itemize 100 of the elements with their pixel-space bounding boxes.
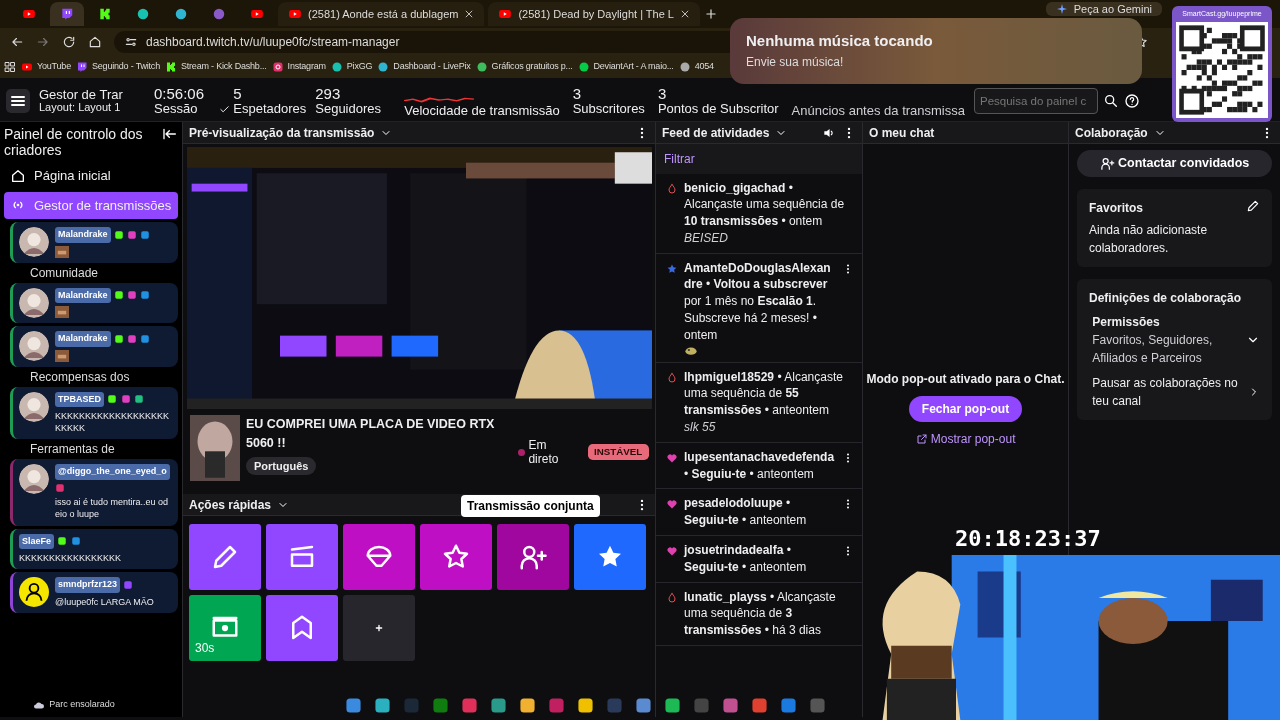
panel-title: Colaboração	[1075, 124, 1148, 142]
stat-label: Anúncios antes da transmissa	[791, 103, 965, 118]
flame-icon	[666, 591, 678, 604]
site-logo-icon	[577, 61, 590, 73]
username[interactable]: smndprfzr123	[55, 577, 121, 593]
bookmark[interactable]: Instagram	[271, 60, 326, 74]
bookmark[interactable]: DeviantArt - A maio...	[577, 60, 674, 74]
language-tag[interactable]: Português	[246, 456, 317, 476]
nav-item[interactable]: Ferramentas de	[4, 442, 178, 457]
empty-message: Ainda não adicionaste colaboradores.	[1089, 221, 1209, 257]
nav-item[interactable]: Recompensas dos	[4, 369, 178, 384]
quick-action-button[interactable]	[343, 524, 415, 590]
quick-action-button[interactable]	[266, 595, 338, 661]
username[interactable]: @diggo_the_one_eyed_o	[55, 464, 170, 480]
permissions-dropdown[interactable]: Permissões Favoritos, Seguidores, Afiliados e Parceiros	[1089, 313, 1260, 367]
camera-logo-icon	[271, 61, 284, 73]
activity-text: lunatic_playss • Alcançaste uma sequência de 3 transmissões • há 3 dias	[684, 588, 837, 640]
bookmark[interactable]: PixGG	[330, 60, 373, 74]
menu-icon[interactable]	[6, 88, 30, 113]
app-icon[interactable]	[518, 696, 536, 714]
heart-icon	[666, 451, 678, 464]
bookmark[interactable]: Seguindo - Twitch	[75, 60, 160, 74]
sidebar-title: Painel de controlo dos criadores	[4, 126, 144, 159]
forward-icon[interactable]	[36, 35, 50, 49]
app-icon[interactable]	[489, 696, 507, 714]
username[interactable]: Malandrake	[55, 287, 111, 304]
site-logo-icon	[678, 61, 691, 73]
tooltip: Transmissão conjunta	[461, 495, 600, 517]
layout-label[interactable]: Layout: Layout 1	[39, 101, 141, 114]
stat-label: Sessão	[154, 101, 199, 116]
page-title: Gestor de Trar	[39, 87, 124, 102]
notification-title: Nenhuma música tocando	[746, 31, 934, 51]
flame-icon	[666, 371, 678, 384]
filter-link[interactable]: Filtrar	[664, 152, 695, 166]
panel-title: Pré-visualização da transmissão	[189, 124, 375, 142]
bookmark[interactable]: Gráficos gratuitos p...	[475, 60, 573, 74]
card-title: Definições de colaboração	[1089, 289, 1243, 307]
browser-tab[interactable]: (2581) Dead by Daylight | The L	[488, 2, 700, 26]
close-icon[interactable]	[680, 9, 690, 19]
collapse-icon[interactable]	[162, 126, 178, 142]
add-person-icon	[1099, 156, 1115, 172]
chat-message: @luupe0fc LARGA MÃO	[55, 595, 155, 608]
quick-action-button[interactable]	[189, 524, 261, 590]
username[interactable]: Malandrake	[55, 227, 111, 243]
speed-graph	[404, 95, 475, 104]
weather-widget[interactable]: Parc ensolarado	[32, 698, 115, 712]
setting-value: Favoritos, Seguidores, Afiliados e Parceiros	[1092, 332, 1214, 367]
pause-collaborations-link[interactable]: Pausar as colaborações no teu canal	[1089, 373, 1260, 410]
quick-action-button[interactable]	[574, 524, 646, 590]
stat-label: Espetadores	[233, 101, 307, 116]
back-icon[interactable]	[10, 35, 24, 49]
quick-action-button[interactable]	[497, 524, 569, 590]
search-icon[interactable]	[1103, 92, 1119, 109]
show-popout-link[interactable]: Mostrar pop-out	[915, 430, 1016, 448]
help-icon[interactable]	[1124, 92, 1140, 109]
nav-item[interactable]: Comunidade	[4, 265, 178, 280]
search-field[interactable]: Pesquisa do painel c	[974, 87, 1098, 114]
clock-overlay: 20:18:23:37	[955, 525, 1101, 553]
plus-icon[interactable]	[704, 7, 718, 21]
activity-note: slk 55	[684, 419, 717, 436]
contact-guests-button[interactable]: Contactar convidados	[1077, 150, 1272, 178]
stat-value: 0:56:06	[154, 85, 206, 102]
activity-text: josuetrindadealfa • Seguiu-te • anteontem	[684, 542, 808, 576]
app-icon[interactable]	[344, 696, 362, 714]
health-badge: INSTÁVEL	[587, 443, 649, 461]
quick-action-button[interactable]	[420, 524, 492, 590]
status-dot-icon	[518, 448, 526, 456]
app-icon[interactable]	[576, 696, 594, 714]
quick-action-button[interactable]	[266, 524, 338, 590]
site-logo-icon	[330, 61, 343, 73]
nav-item[interactable]: Página inicial	[4, 162, 178, 190]
bookmark[interactable]: YouTube	[21, 60, 71, 74]
reload-icon[interactable]	[62, 35, 76, 49]
site-logo-icon	[475, 61, 488, 73]
app-icon[interactable]	[663, 696, 681, 714]
close-popout-button[interactable]: Fechar pop-out	[908, 396, 1023, 422]
pencil-icon[interactable]	[1246, 199, 1260, 214]
close-icon[interactable]	[464, 9, 475, 19]
play-logo-icon	[498, 7, 513, 21]
bookmark[interactable]: 4054	[678, 60, 714, 74]
activity-note: BEISED	[684, 229, 729, 247]
avatar-icon	[19, 577, 49, 608]
username[interactable]: Malandrake	[55, 331, 111, 347]
stream-title: EU COMPREI UMA PLACA DE VIDEO RTX 5060 !!	[246, 416, 496, 452]
home-icon[interactable]	[88, 35, 102, 49]
cloud-icon	[32, 699, 46, 711]
username[interactable]: TPBASED	[55, 391, 104, 408]
gemini-button[interactable]: Peça ao Gemini	[1045, 2, 1162, 16]
bookmark[interactable]: Dashboard - LivePix	[377, 60, 471, 74]
bookmark[interactable]: Stream - Kick Dashb...	[164, 60, 267, 74]
site-logo-icon	[212, 7, 226, 21]
browser-tab[interactable]: (2581) Aonde está a dublagem	[278, 2, 485, 26]
app-icon[interactable]	[373, 696, 391, 714]
apps-grid-icon[interactable]	[4, 61, 16, 73]
play-logo-icon	[288, 7, 302, 21]
app-icon[interactable]	[634, 696, 652, 714]
nav-item[interactable]: Gestor de transmissões	[4, 191, 178, 220]
panel-title: Feed de atividades	[662, 124, 770, 142]
site-logo-icon	[377, 61, 390, 73]
username[interactable]: SlaeFe	[19, 533, 55, 549]
